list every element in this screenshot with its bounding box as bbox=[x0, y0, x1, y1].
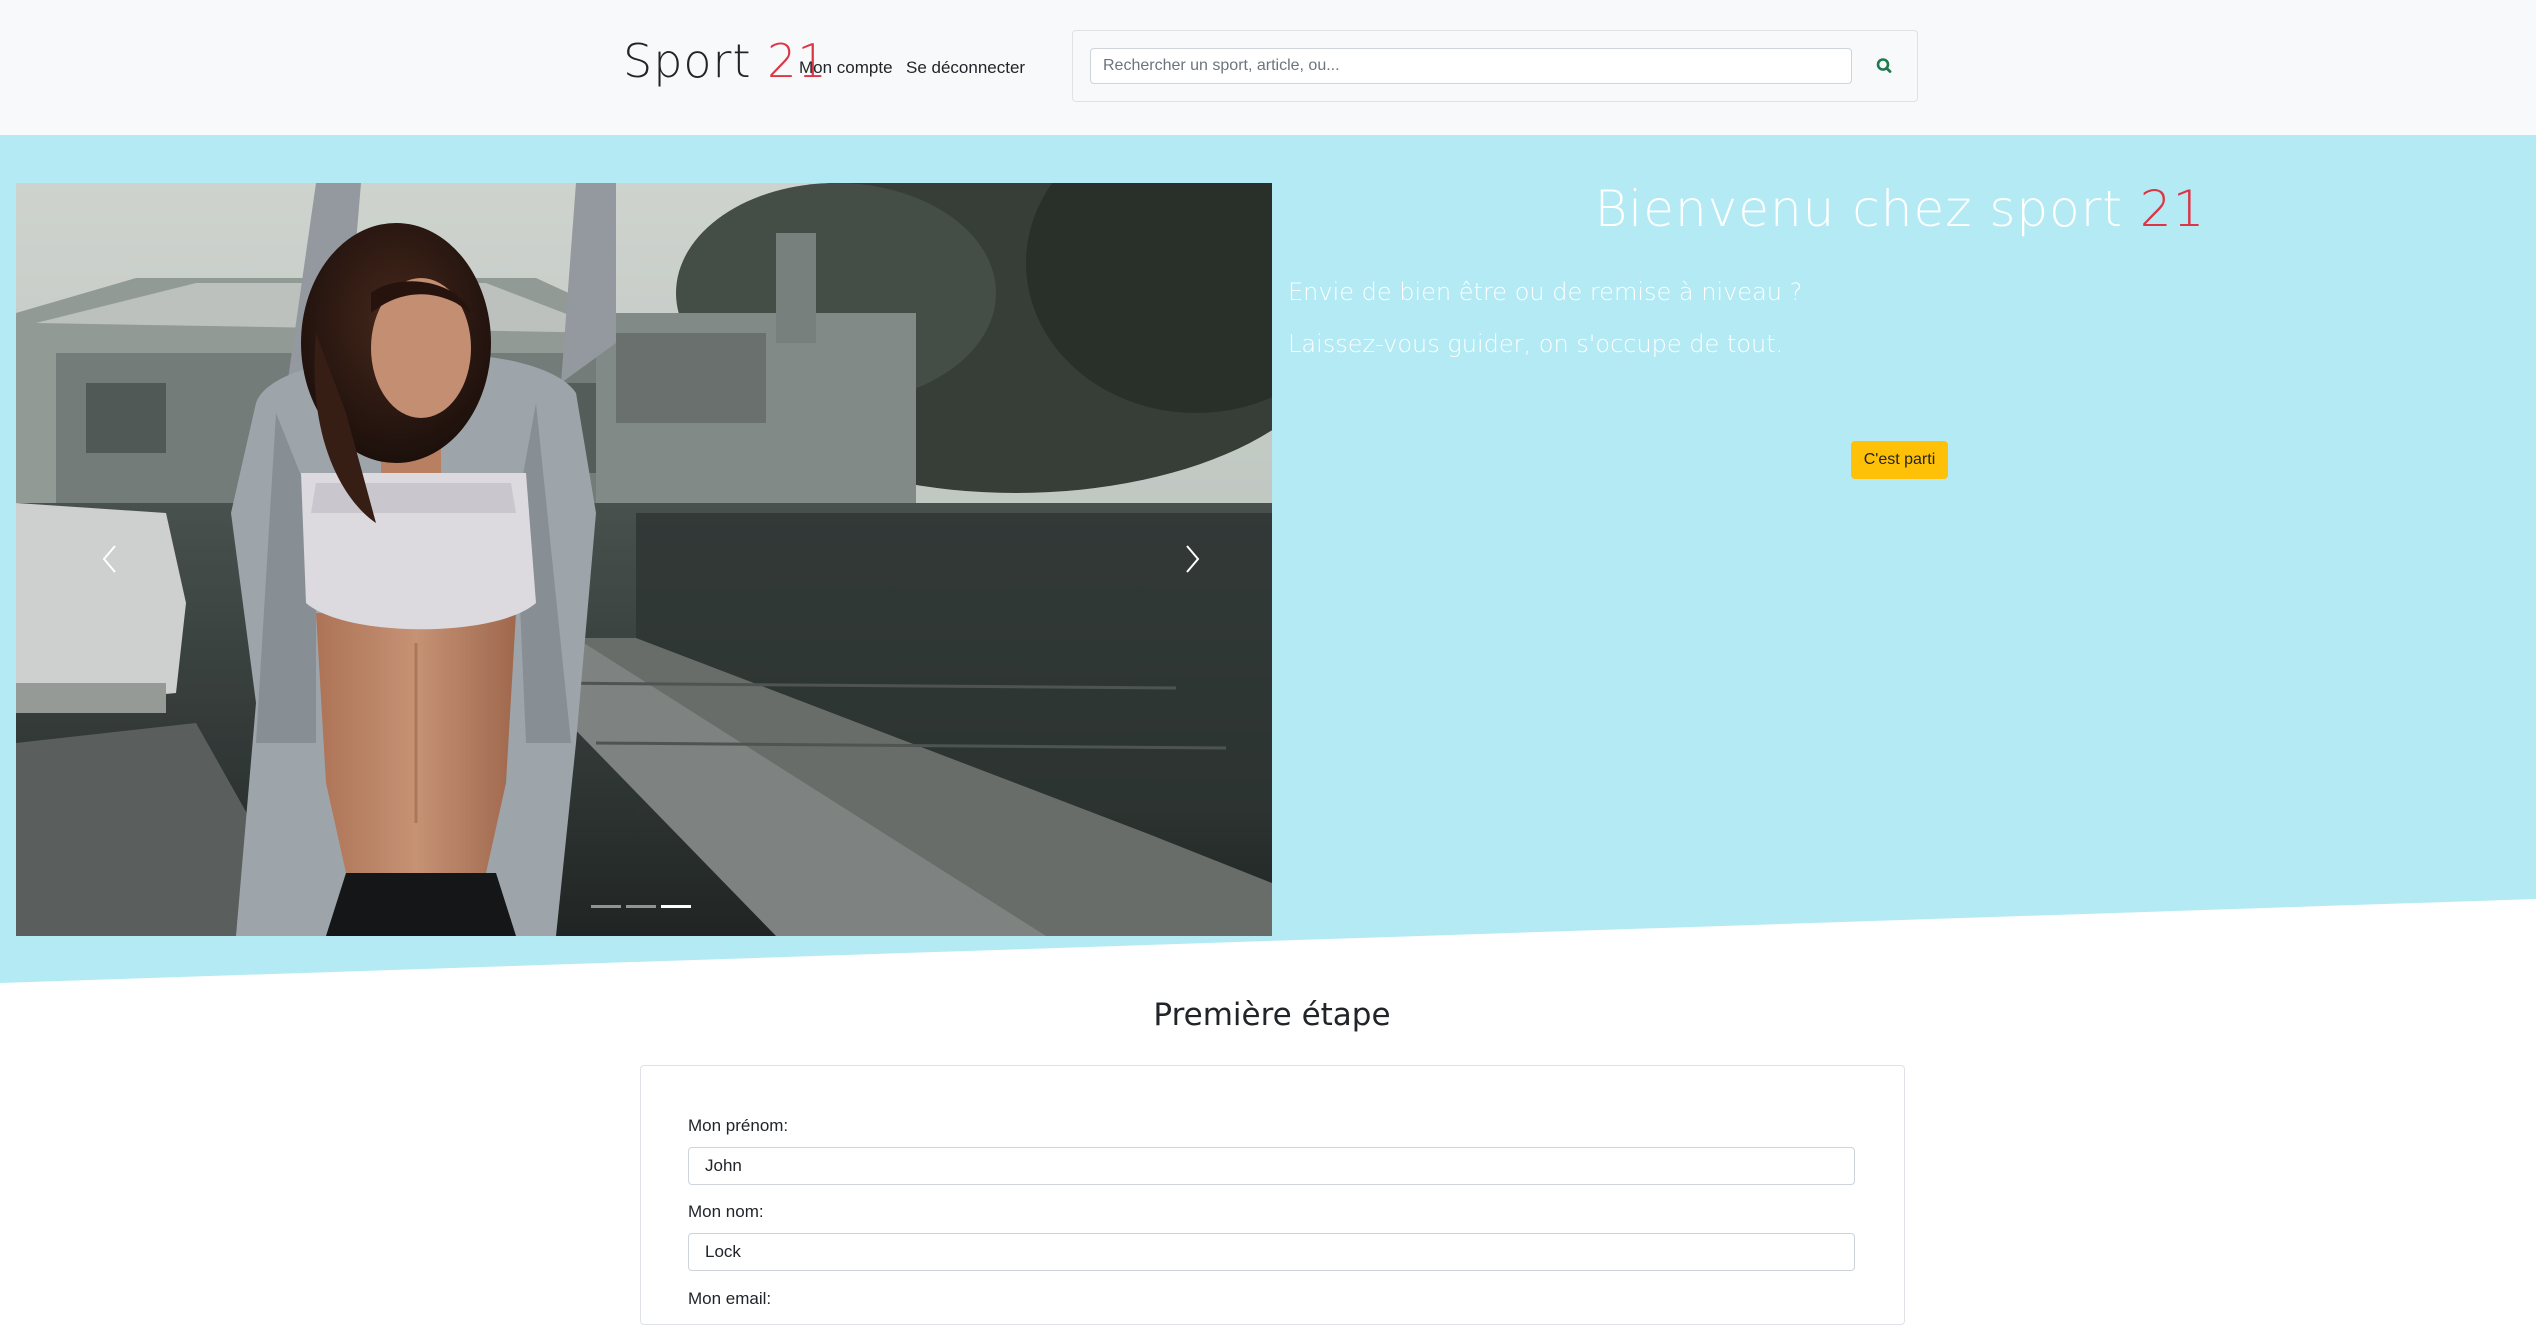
navbar: Sport 21 Mon compte Se déconnecter bbox=[0, 0, 2536, 135]
search-form bbox=[1072, 30, 1918, 102]
registration-card bbox=[640, 1065, 1905, 1325]
lastname-input[interactable] bbox=[688, 1233, 1855, 1271]
chevron-left-icon bbox=[102, 545, 116, 573]
get-started-button[interactable]: C'est parti bbox=[1851, 441, 1948, 479]
carousel-indicator[interactable] bbox=[591, 905, 621, 908]
chevron-right-icon bbox=[1186, 545, 1200, 573]
carousel-slide-image bbox=[16, 183, 1272, 936]
hero-tagline-1: Envie de bien être ou de remise à niveau… bbox=[1288, 278, 1803, 306]
brand-logo[interactable]: Sport 21 bbox=[623, 30, 828, 92]
carousel-next-button[interactable] bbox=[1162, 519, 1222, 599]
search-input[interactable] bbox=[1090, 48, 1852, 84]
firstname-label: Mon prénom: bbox=[688, 1116, 789, 1135]
hero-carousel[interactable] bbox=[16, 183, 1272, 936]
search-button[interactable] bbox=[1862, 48, 1906, 84]
my-account-link[interactable]: Mon compte bbox=[799, 56, 893, 80]
lastname-label: Mon nom: bbox=[688, 1202, 764, 1221]
hero-title-text: Bienvenu chez sport bbox=[1594, 180, 2123, 238]
firstname-input[interactable] bbox=[688, 1147, 1855, 1185]
hero-title: Bienvenu chez sport 21 bbox=[1296, 176, 2504, 242]
search-icon bbox=[1876, 58, 1892, 73]
brand-text: Sport bbox=[623, 34, 752, 88]
carousel-indicator[interactable] bbox=[626, 905, 656, 908]
section-title: Première étape bbox=[1153, 997, 1391, 1033]
carousel-indicators bbox=[591, 905, 691, 908]
carousel-prev-button[interactable] bbox=[80, 519, 140, 599]
carousel-indicator-active[interactable] bbox=[661, 905, 691, 908]
logout-link[interactable]: Se déconnecter bbox=[906, 56, 1025, 80]
hero-title-number: 21 bbox=[2139, 180, 2206, 238]
email-label: Mon email: bbox=[688, 1289, 772, 1308]
hero-tagline-2: Laissez-vous guider, on s'occupe de tout… bbox=[1288, 330, 1784, 358]
